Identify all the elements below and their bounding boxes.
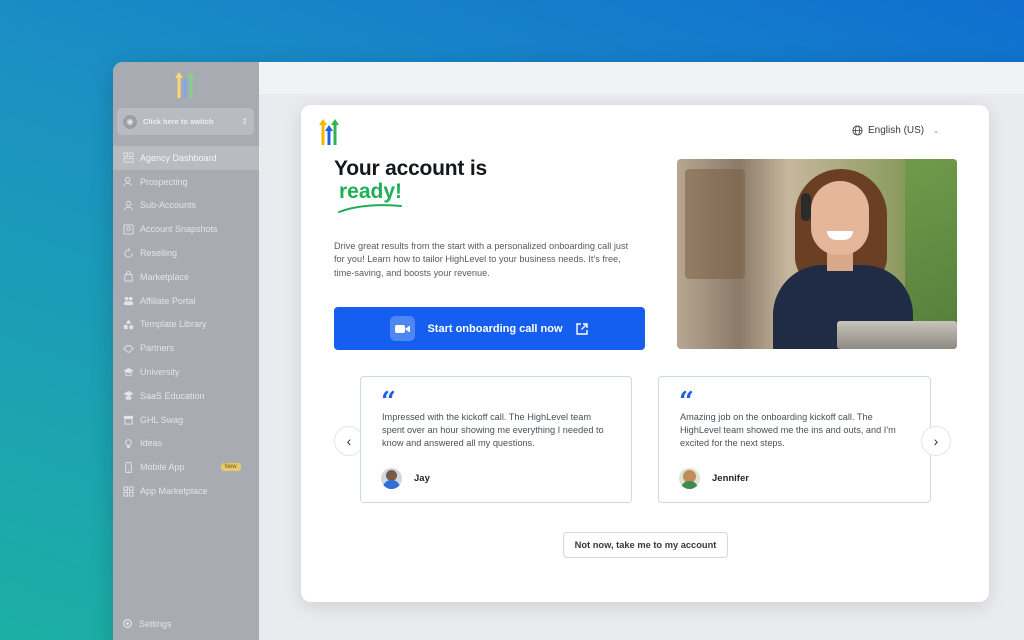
snapshot-icon [122, 223, 134, 235]
sidebar-item-saas-education[interactable]: SaaS Education [113, 384, 259, 408]
shapes-icon [122, 318, 134, 330]
testimonial-author: Jay [381, 468, 430, 489]
chevron-updown-icon: ⇕ [241, 117, 248, 126]
testimonial-author: Jennifer [679, 468, 749, 489]
store-icon [122, 414, 134, 426]
sidebar-item-label: GHL Swag [140, 414, 184, 425]
description: Drive great results from the start with … [334, 241, 629, 278]
sidebar-item-reselling[interactable]: Reselling [113, 241, 259, 265]
prospecting-icon [122, 176, 134, 188]
sidebar-item-label: SaaS Education [140, 390, 205, 401]
video-camera-icon [390, 316, 416, 341]
user-icon [122, 199, 134, 211]
support-agent-photo [677, 159, 957, 349]
onboarding-modal: English (US) ⌄ Your account is ready! Dr… [301, 105, 989, 602]
dashboard-icon [122, 152, 134, 164]
chevron-left-icon: ‹ [346, 433, 352, 449]
sidebar-item-label: Template Library [140, 319, 207, 330]
highlevel-logo-icon [319, 119, 339, 145]
sidebar-item-agency-dashboard[interactable]: Agency Dashboard [113, 146, 259, 170]
external-link-icon [575, 322, 588, 335]
globe-icon [852, 125, 863, 136]
users-icon [122, 295, 134, 307]
sidebar-item-label: Agency Dashboard [140, 152, 217, 163]
language-label: English (US) [868, 125, 925, 136]
author-name: Jay [414, 473, 430, 484]
top-bar [259, 62, 1024, 94]
sidebar: ◉ Click here to switch ⇕ Agency Dashboar… [113, 62, 259, 640]
sidebar-item-label: Reselling [140, 248, 178, 259]
title-line-2: ready! [339, 180, 403, 203]
grid-icon [122, 485, 134, 497]
sidebar-item-label: Ideas [140, 438, 163, 449]
skip-button[interactable]: Not now, take me to my account [563, 532, 728, 558]
sidebar-item-label: App Marketplace [140, 486, 208, 497]
highlevel-logo-icon [175, 72, 195, 98]
sidebar-item-prospecting[interactable]: Prospecting [113, 170, 259, 194]
location-icon: ◉ [123, 114, 137, 129]
refresh-icon [122, 247, 134, 259]
sidebar-item-sub-accounts[interactable]: Sub-Accounts [113, 194, 259, 218]
cta-label: Start onboarding call now [427, 322, 563, 335]
sidebar-item-label: Account Snapshots [140, 224, 218, 235]
testimonial-card: “ Impressed with the kickoff call. The H… [360, 376, 632, 503]
carousel-next-button[interactable]: › [921, 426, 951, 456]
sidebar-item-settings[interactable]: Settings [122, 618, 172, 629]
sidebar-item-ghl-swag[interactable]: GHL Swag [113, 408, 259, 432]
graduation-cap-icon [122, 366, 134, 378]
sidebar-item-affiliate-portal[interactable]: Affiliate Portal [113, 289, 259, 313]
phone-icon [122, 461, 134, 473]
sidebar-item-account-snapshots[interactable]: Account Snapshots [113, 217, 259, 241]
sidebar-item-label: Prospecting [140, 176, 188, 187]
sidebar-item-university[interactable]: University [113, 360, 259, 384]
sidebar-nav: Agency Dashboard Prospecting Sub-Accounts A… [113, 146, 259, 503]
sidebar-item-label: University [140, 367, 180, 378]
chevron-down-icon: ⌄ [933, 127, 940, 135]
bag-icon [122, 271, 134, 283]
sidebar-item-marketplace[interactable]: Marketplace [113, 265, 259, 289]
gear-icon [123, 619, 132, 628]
sidebar-item-partners[interactable]: Partners [113, 336, 259, 360]
account-switcher[interactable]: ◉ Click here to switch ⇕ [117, 108, 254, 135]
underline-swoosh-icon [338, 204, 402, 213]
sidebar-item-label: Sub-Accounts [140, 200, 197, 211]
switcher-label: Click here to switch [143, 117, 214, 126]
sidebar-item-app-marketplace[interactable]: App Marketplace [113, 479, 259, 503]
author-name: Jennifer [712, 473, 749, 484]
sidebar-item-label: Affiliate Portal [140, 295, 196, 306]
settings-label: Settings [139, 618, 172, 629]
bulb-icon [122, 437, 134, 449]
sidebar-item-label: Mobile App [140, 462, 185, 473]
sidebar-item-label: Partners [140, 343, 175, 354]
language-selector[interactable]: English (US) ⌄ [852, 125, 939, 136]
testimonial-card: “ Amazing job on the onboarding kickoff … [658, 376, 931, 503]
education-icon [122, 390, 134, 402]
avatar [381, 468, 402, 489]
sidebar-item-template-library[interactable]: Template Library [113, 313, 259, 337]
sidebar-item-label: Marketplace [140, 271, 190, 282]
testimonial-text: Impressed with the kickoff call. The Hig… [382, 412, 604, 449]
new-badge: New [220, 463, 241, 472]
testimonial-text: Amazing job on the onboarding kickoff ca… [680, 412, 896, 449]
start-onboarding-call-button[interactable]: Start onboarding call now [334, 307, 645, 350]
avatar [679, 468, 700, 489]
sidebar-item-mobile-app[interactable]: Mobile App New [113, 455, 259, 479]
sidebar-item-ideas[interactable]: Ideas [113, 432, 259, 456]
title-line-1: Your account is [334, 157, 487, 180]
chevron-right-icon: › [933, 433, 939, 449]
handshake-icon [122, 342, 134, 354]
